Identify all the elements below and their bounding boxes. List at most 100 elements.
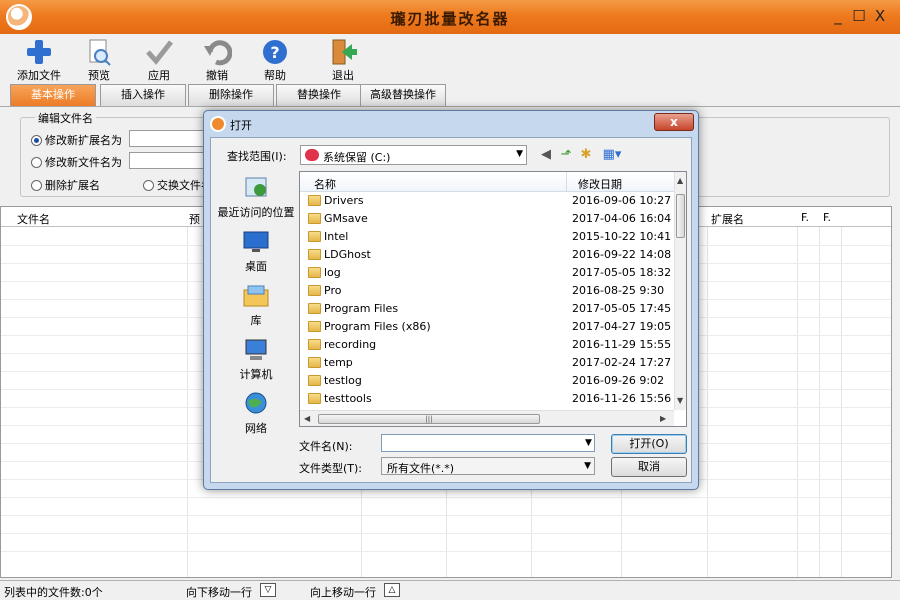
place-computer[interactable]: 计算机 [217,338,295,394]
back-icon[interactable]: ◀ [537,146,555,164]
folder-row[interactable]: testlog 2016-09-26 9:02 [300,372,674,390]
vertical-scrollbar[interactable]: ▲ ▼ [674,172,686,410]
dialog-title-bar[interactable]: 打开 x [204,111,698,137]
help-button[interactable]: ? 帮助 [246,38,304,82]
exit-button[interactable]: 退出 [314,38,372,82]
row-divider [1,515,891,516]
option-swap-name[interactable]: 交换文件名 [143,177,212,193]
dialog-app-icon [210,116,226,132]
view-menu-icon[interactable]: ▦▾ [599,146,625,164]
preview-button[interactable]: 预览 [70,38,128,82]
place-recent[interactable]: 最近访问的位置 [217,176,295,232]
radio-checked[interactable] [31,134,42,146]
preview-label: 预览 [88,69,110,82]
scroll-right-icon[interactable]: ▶ [660,414,666,423]
up-folder-icon[interactable]: ⬏ [557,146,575,164]
radio-unchecked[interactable] [31,179,42,191]
option-change-extension[interactable]: 修改新扩展名为 [31,132,122,148]
folder-row[interactable]: recording 2016-11-29 15:55 [300,336,674,354]
horizontal-scrollbar[interactable]: ◀ ||| ▶ [300,410,674,426]
option-delete-extension[interactable]: 删除扩展名 [31,177,100,193]
move-down-button[interactable]: ▽ [260,583,276,597]
tab-basic[interactable]: 基本操作 [10,84,96,106]
row-divider [1,551,891,552]
help-icon: ? [263,40,287,64]
folder-name: LDGhost [324,248,371,261]
dialog-body: 查找范围(I): 系统保留 (C:) ▼ ◀ ⬏ ✱ ▦▾ 最近访问的位置 桌面 [210,137,692,483]
column-extension[interactable]: 扩展名 [711,211,744,227]
place-network[interactable]: 网络 [217,392,295,448]
file-browser-list[interactable]: 名称 修改日期 Drivers 2016-09-06 10:27 GMsave 20… [299,171,687,427]
maximize-button[interactable]: ☐ [849,6,869,26]
place-desktop[interactable]: 桌面 [217,230,295,286]
folder-icon [308,249,321,260]
move-down-label: 向下移动一行 [186,586,252,599]
place-libraries[interactable]: 库 [217,284,295,340]
folder-icon [308,393,321,404]
folder-row[interactable]: log 2017-05-05 18:32 [300,264,674,282]
minimize-button[interactable]: _ [828,6,848,26]
folder-row[interactable]: Pro 2016-08-25 9:30 [300,282,674,300]
option-change-name[interactable]: 修改新文件名为 [31,154,122,170]
new-name-input[interactable] [129,152,209,169]
column-name[interactable]: 名称 [314,176,336,192]
open-button[interactable]: 打开(O) [611,434,687,454]
folder-row[interactable]: Drivers 2016-09-06 10:27 [300,192,674,210]
look-in-dropdown[interactable]: 系统保留 (C:) ▼ [300,145,527,165]
scroll-down-icon[interactable]: ▼ [677,396,683,405]
app-title: 瓏刃批量改名器 [390,10,510,28]
apply-button[interactable]: 应用 [130,38,188,82]
folder-row[interactable]: testtools 2016-11-26 15:56 [300,390,674,408]
folder-row[interactable]: Program Files (x86) 2017-04-27 19:05 [300,318,674,336]
chevron-down-icon: ▼ [516,149,523,159]
folder-row[interactable]: LDGhost 2016-09-22 14:08 [300,246,674,264]
option-change-extension-label: 修改新扩展名为 [45,134,122,147]
row-divider [1,533,891,534]
scroll-up-icon[interactable]: ▲ [677,176,683,185]
undo-button[interactable]: 撤销 [188,38,246,82]
folder-date: 2016-09-26 9:02 [572,374,665,387]
folder-date: 2017-04-06 16:04 [572,212,672,225]
tab-replace[interactable]: 替换操作 [276,84,362,106]
folder-name: Program Files [324,302,399,315]
horizontal-scroll-thumb[interactable]: ||| [318,414,540,424]
new-folder-icon[interactable]: ✱ [577,146,595,164]
folder-row[interactable]: Program Files 2017-05-05 17:45 [300,300,674,318]
scroll-left-icon[interactable]: ◀ [304,414,310,423]
column-f1[interactable]: F. [801,211,809,224]
folder-row[interactable]: GMsave 2017-04-06 16:04 [300,210,674,228]
places-bar: 最近访问的位置 桌面 库 计算机 网络 [217,172,295,435]
column-modified-date[interactable]: 修改日期 [578,176,622,192]
column-f2[interactable]: F. [823,211,831,224]
folder-icon [308,267,321,278]
close-button[interactable]: X [870,6,890,26]
option-delete-extension-label: 删除扩展名 [45,179,100,192]
radio-unchecked[interactable] [143,179,154,191]
radio-unchecked[interactable] [31,156,42,168]
add-file-button[interactable]: 添加文件 [10,38,68,82]
tab-insert[interactable]: 插入操作 [100,84,186,106]
folder-name: testlog [324,374,362,387]
drive-icon [305,149,319,161]
dialog-close-button[interactable]: x [654,113,694,131]
folder-row[interactable]: Intel 2015-10-22 10:41 [300,228,674,246]
new-extension-input[interactable] [129,130,209,147]
folder-name: temp [324,356,353,369]
column-filename[interactable]: 文件名 [17,211,50,227]
open-file-dialog: 打开 x 查找范围(I): 系统保留 (C:) ▼ ◀ ⬏ ✱ ▦▾ 最近访问的… [203,110,699,490]
folder-icon [308,213,321,224]
move-up-button[interactable]: △ [384,583,400,597]
folder-row[interactable]: temp 2017-02-24 17:27 [300,354,674,372]
preview-icon [89,39,111,66]
dialog-title: 打开 [230,119,252,132]
tab-delete[interactable]: 删除操作 [188,84,274,106]
filename-input[interactable] [381,434,595,452]
tab-advanced-replace[interactable]: 高级替换操作 [360,84,446,106]
column-divider [819,227,820,577]
cancel-button[interactable]: 取消 [611,457,687,477]
exit-icon [332,39,357,65]
vertical-scroll-thumb[interactable] [676,194,685,238]
filetype-dropdown[interactable]: 所有文件(*.*) ▼ [381,457,595,475]
column-divider [187,227,188,577]
column-preview[interactable]: 预 [189,211,200,227]
